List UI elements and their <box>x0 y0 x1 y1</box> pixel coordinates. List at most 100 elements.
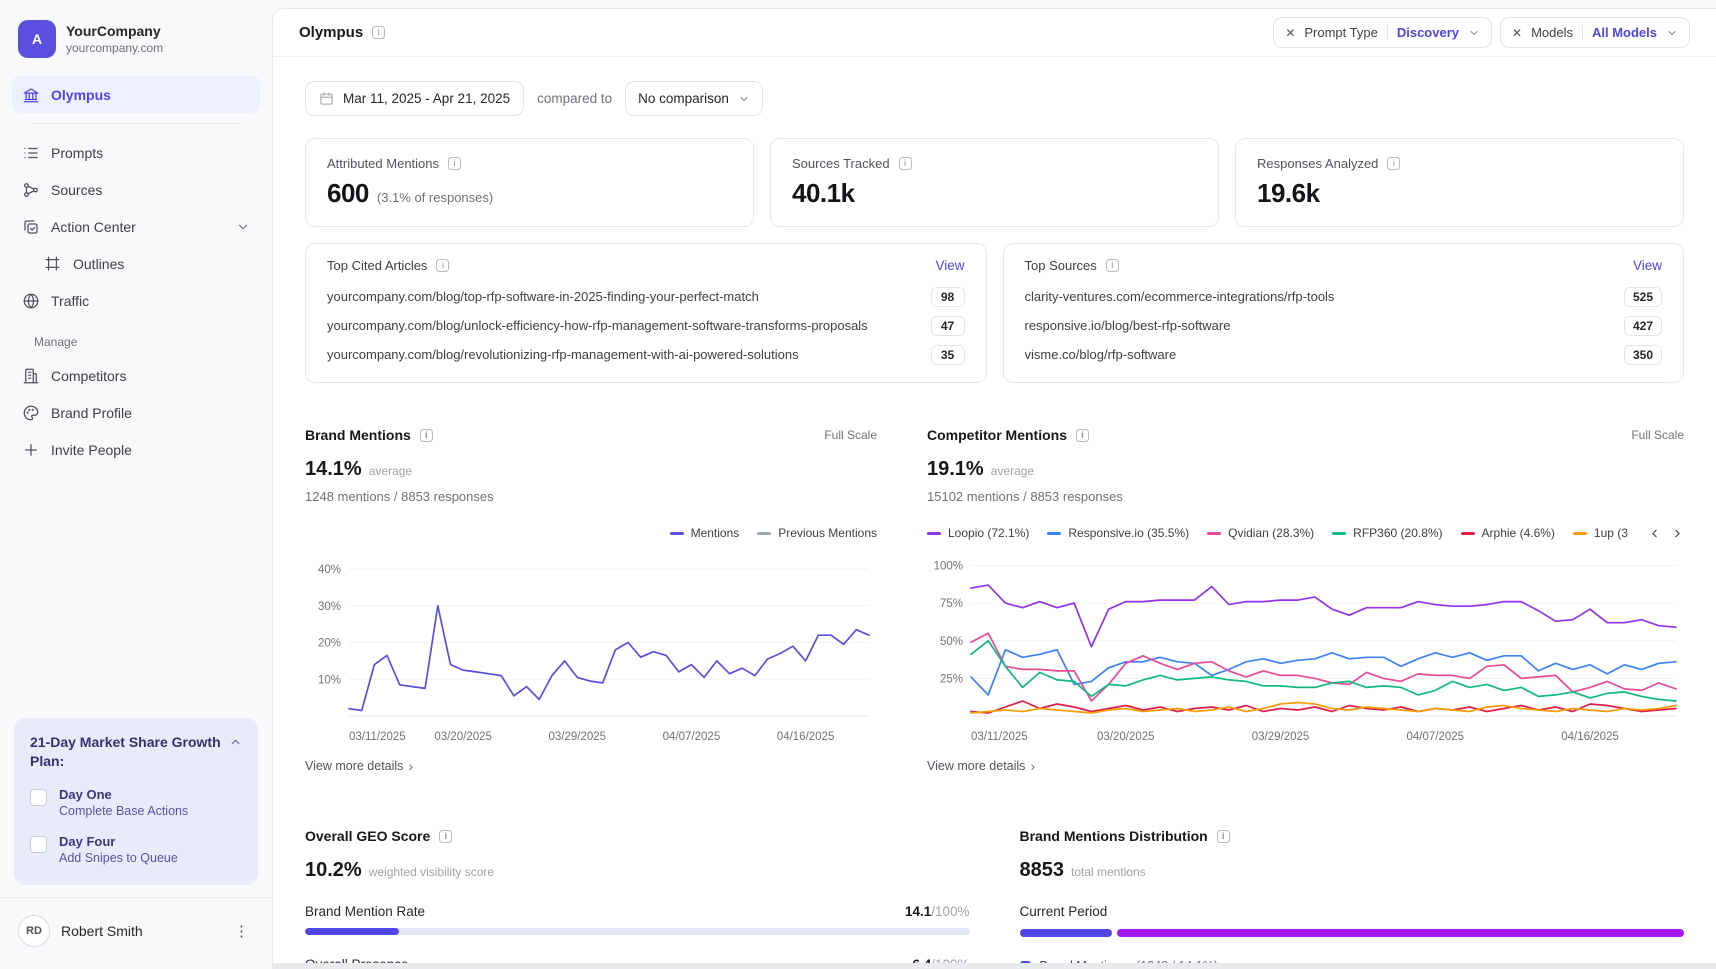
view-more-details-link[interactable]: View more details› <box>305 758 877 774</box>
growth-plan-item-title: Day Four <box>59 834 178 849</box>
svg-text:50%: 50% <box>940 636 963 648</box>
stat-card-responses-analyzed: Responses Analyzed 19.6k <box>1235 138 1684 227</box>
sidebar-item-invite-people[interactable]: Invite People <box>12 431 260 468</box>
stat-card-attributed-mentions: Attributed Mentions 600 (3.1% of respons… <box>305 138 754 227</box>
sidebar-item-label: Sources <box>51 182 102 198</box>
info-icon <box>1387 157 1400 170</box>
svg-text:03/20/2025: 03/20/2025 <box>434 731 492 743</box>
chevron-right-icon[interactable] <box>1671 527 1684 540</box>
svg-text:03/11/2025: 03/11/2025 <box>349 731 406 743</box>
date-range-button[interactable]: Mar 11, 2025 - Apr 21, 2025 <box>305 81 524 116</box>
info-icon <box>1076 429 1089 442</box>
sidebar-item-label: Invite People <box>51 442 132 458</box>
distribution-bar-block: Current Period <box>1020 904 1685 937</box>
brand-mentions-section: Brand Mentions Full Scale 14.1% average … <box>305 427 877 774</box>
geo-score-stat: 10.2% <box>305 859 362 882</box>
sidebar-item-olympus[interactable]: Olympus <box>12 76 260 113</box>
article-url: yourcompany.com/blog/unlock-efficiency-h… <box>327 318 931 333</box>
stat-value: 40.1k <box>792 178 855 209</box>
sidebar-item-brand-profile[interactable]: Brand Profile <box>12 394 260 431</box>
date-range-value: Mar 11, 2025 - Apr 21, 2025 <box>343 91 510 106</box>
legend-label: Responsive.io (35.5%) <box>1068 526 1189 540</box>
svg-text:03/29/2025: 03/29/2025 <box>549 731 607 743</box>
chevron-down-icon <box>1468 27 1480 39</box>
manage-section-label: Manage <box>12 319 260 357</box>
close-icon[interactable]: ✕ <box>1285 26 1295 40</box>
hierarchy-icon <box>22 181 40 199</box>
user-menu[interactable]: RD Robert Smith ⋮ <box>0 898 272 969</box>
sidebar-item-outlines[interactable]: Outlines <box>12 245 260 282</box>
chevron-up-icon[interactable] <box>229 736 242 749</box>
sidebar-item-sources[interactable]: Sources <box>12 171 260 208</box>
average-stat-suffix: average <box>369 464 412 478</box>
prompt-type-filter[interactable]: ✕ Prompt Type Discovery <box>1273 17 1492 48</box>
competitor-mentions-line-chart: 25%50%75%100%03/11/202503/20/202503/29/2… <box>927 548 1684 748</box>
legend-swatch <box>1332 532 1346 535</box>
section-title: Overall GEO Score <box>305 828 452 844</box>
section-title: Brand Mentions Distribution <box>1020 828 1230 844</box>
chevron-left-icon[interactable] <box>1648 527 1661 540</box>
count-badge: 427 <box>1624 316 1662 336</box>
table-row[interactable]: clarity-ventures.com/ecommerce-integrati… <box>1025 282 1663 311</box>
progress-track <box>305 928 970 935</box>
full-scale-toggle[interactable]: Full Scale <box>1631 428 1684 442</box>
sidebar-spacer <box>0 468 272 718</box>
kebab-menu-icon[interactable]: ⋮ <box>230 922 254 940</box>
count-badge: 350 <box>1624 345 1662 365</box>
pill-divider <box>1582 25 1583 40</box>
legend-label: Loopio (72.1%) <box>948 526 1029 540</box>
chevron-down-icon[interactable] <box>236 220 250 234</box>
view-link[interactable]: View <box>1633 258 1662 273</box>
page-title: Olympus <box>299 24 363 41</box>
sidebar-item-label: Traffic <box>51 293 89 309</box>
frame-icon <box>44 255 62 273</box>
chevron-down-icon <box>1666 27 1678 39</box>
legend-item: Arphie (4.6%) <box>1461 526 1555 540</box>
table-row[interactable]: yourcompany.com/blog/top-rfp-software-in… <box>327 282 965 311</box>
sidebar-item-action-center[interactable]: Action Center <box>12 208 260 245</box>
close-icon[interactable]: ✕ <box>1512 26 1522 40</box>
table-row[interactable]: yourcompany.com/blog/revolutionizing-rfp… <box>327 340 965 369</box>
page-bottom-scroll-track[interactable] <box>272 963 1716 969</box>
models-filter[interactable]: ✕ Models All Models <box>1500 17 1690 48</box>
growth-plan-item-subtitle: Complete Base Actions <box>59 804 188 818</box>
table-row[interactable]: visme.co/blog/rfp-software 350 <box>1025 340 1663 369</box>
day-one-checkbox[interactable] <box>30 789 47 806</box>
section-title: Competitor Mentions <box>927 427 1089 443</box>
legend-label: RFP360 (20.8%) <box>1353 526 1442 540</box>
stat-label: Sources Tracked <box>792 156 890 171</box>
stat-value: 19.6k <box>1257 178 1320 209</box>
sidebar-item-prompts[interactable]: Prompts <box>12 134 260 171</box>
workspace-switcher[interactable]: A YourCompany yourcompany.com <box>0 14 272 72</box>
sidebar-nav: Olympus Prompts Sources Action Center <box>0 72 272 468</box>
filter-value: All Models <box>1592 25 1657 40</box>
compared-to-label: compared to <box>537 91 612 106</box>
table-row[interactable]: responsive.io/blog/best-rfp-software 427 <box>1025 311 1663 340</box>
full-scale-toggle[interactable]: Full Scale <box>824 428 877 442</box>
filter-label: Prompt Type <box>1304 25 1377 40</box>
top-sources-card: Top Sources View clarity-ventures.com/ec… <box>1003 243 1685 383</box>
metric-label: Brand Mention Rate <box>305 904 425 919</box>
sidebar-item-label: Outlines <box>73 256 124 272</box>
table-row[interactable]: yourcompany.com/blog/unlock-efficiency-h… <box>327 311 965 340</box>
sidebar-item-competitors[interactable]: Competitors <box>12 357 260 394</box>
svg-text:04/16/2025: 04/16/2025 <box>1561 731 1619 743</box>
count-badge: 525 <box>1624 287 1662 307</box>
legend-label: Qvidian (28.3%) <box>1228 526 1314 540</box>
sidebar-divider <box>30 123 242 124</box>
sidebar-item-label: Brand Profile <box>51 405 132 421</box>
info-icon <box>899 157 912 170</box>
comparison-select[interactable]: No comparison <box>625 81 763 116</box>
stat-suffix: (3.1% of responses) <box>377 190 493 205</box>
bank-icon <box>22 86 40 104</box>
growth-plan-item: Day One Complete Base Actions <box>30 787 242 818</box>
view-more-details-link[interactable]: View more details› <box>927 758 1684 774</box>
day-four-checkbox[interactable] <box>30 836 47 853</box>
building-icon <box>22 367 40 385</box>
sidebar-item-label: Action Center <box>51 219 136 235</box>
view-link[interactable]: View <box>935 258 964 273</box>
sidebar-item-traffic[interactable]: Traffic <box>12 282 260 319</box>
palette-icon <box>22 404 40 422</box>
mentions-summary: 15102 mentions / 8853 responses <box>927 489 1684 504</box>
chevron-down-icon <box>738 93 750 105</box>
